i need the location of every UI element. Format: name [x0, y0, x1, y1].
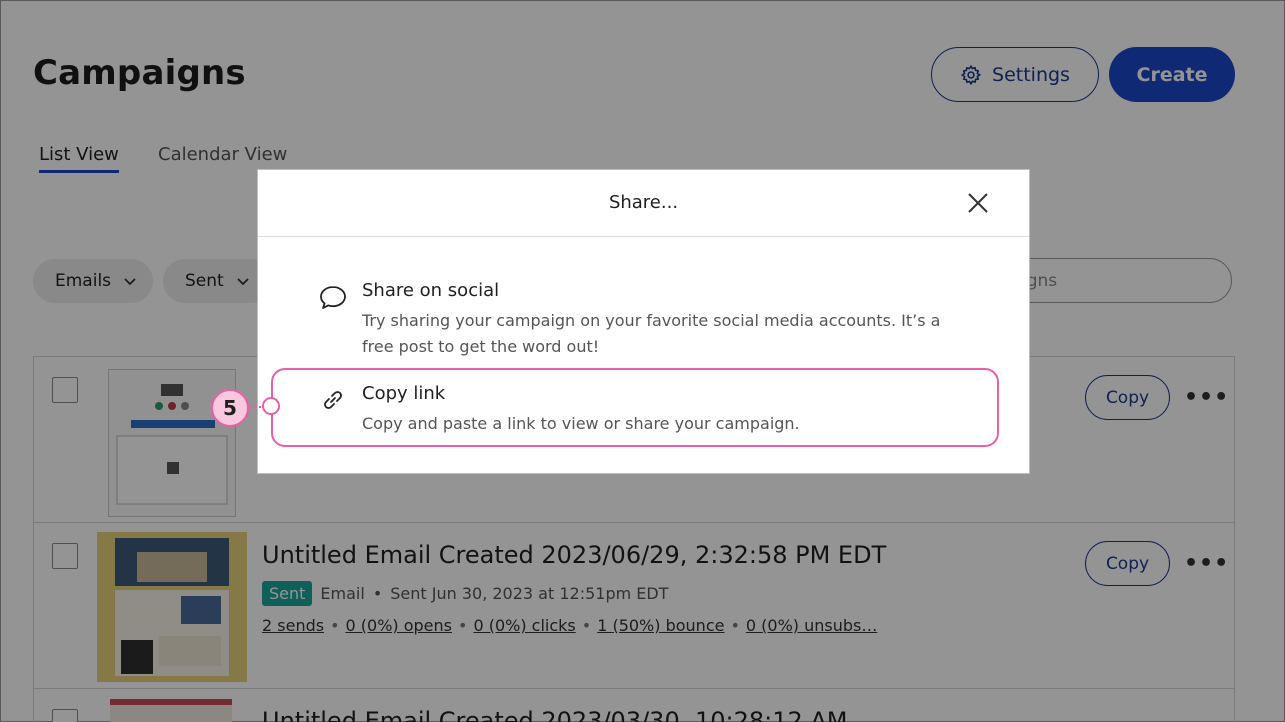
modal-title: Share... — [608, 192, 679, 213]
option-title: Share on social — [362, 280, 500, 301]
close-icon[interactable] — [965, 190, 991, 216]
step-highlight-box — [271, 368, 999, 447]
option-description: Try sharing your campaign on your favori… — [362, 311, 941, 356]
speech-bubble-icon — [320, 286, 346, 309]
share-on-social-option[interactable]: Share on social Try sharing your campaig… — [318, 280, 958, 360]
step-number-badge: 5 — [211, 389, 249, 427]
modal-header: Share... — [258, 170, 1029, 237]
step-connector-dot — [262, 397, 280, 415]
